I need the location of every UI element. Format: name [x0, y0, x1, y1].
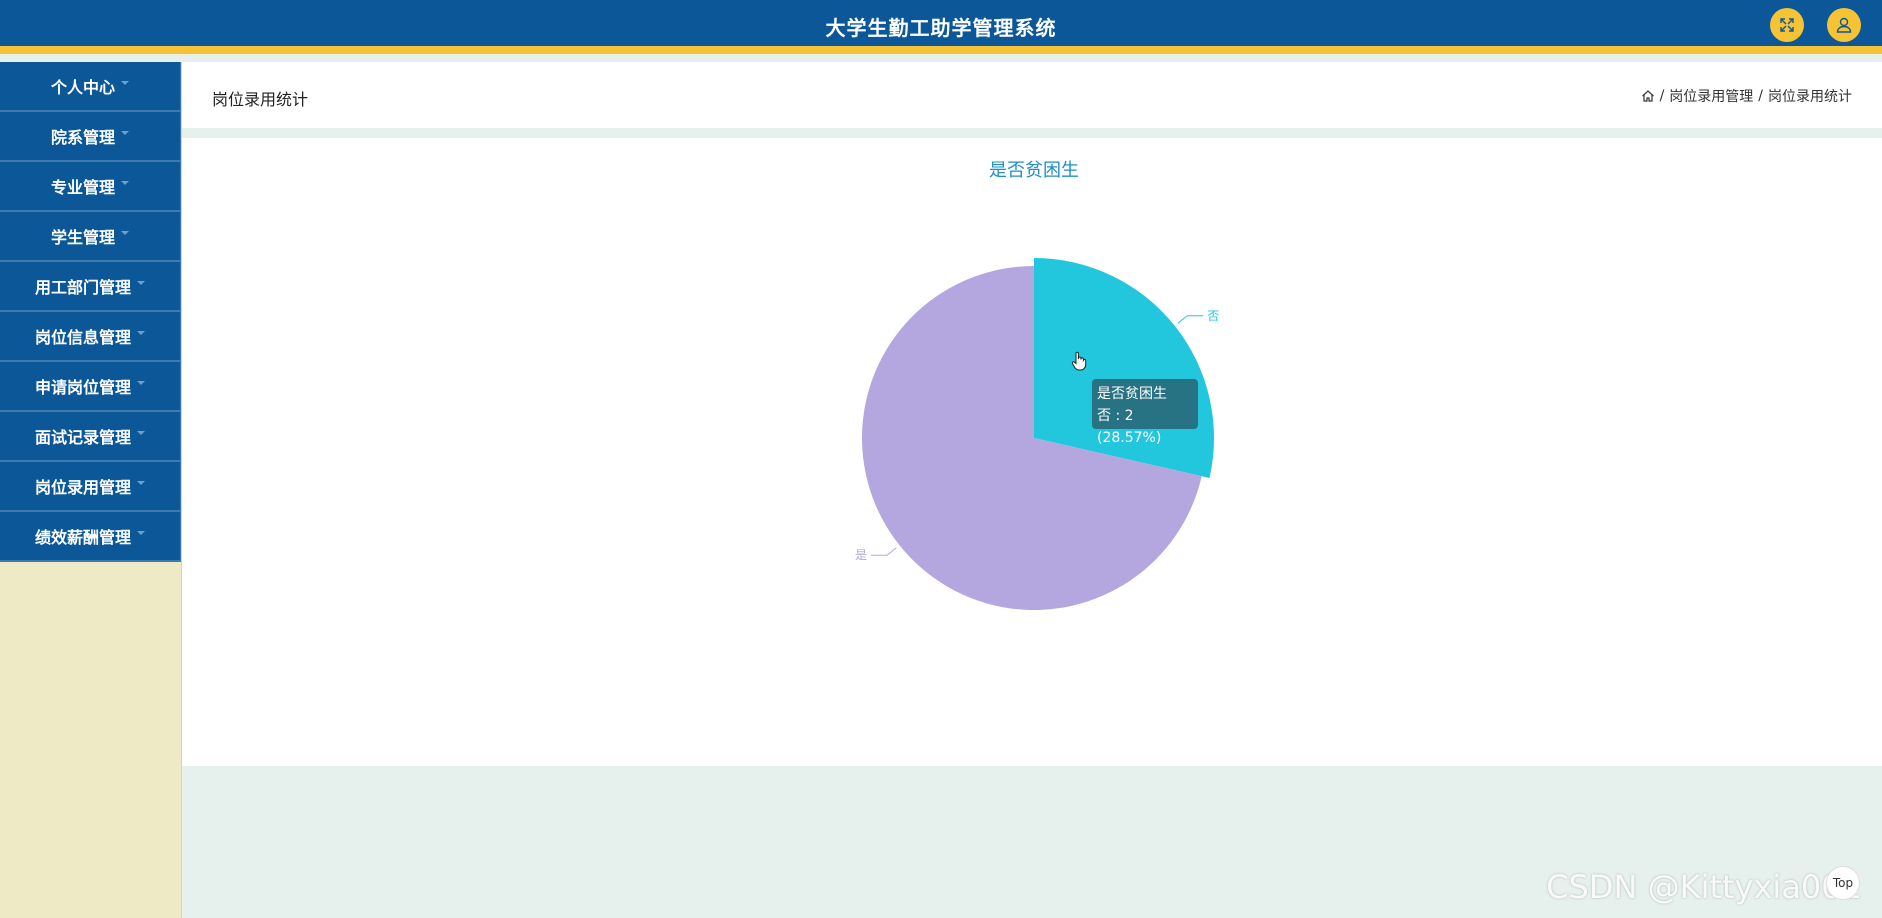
- sidebar-item-label: 申请岗位管理: [34, 378, 131, 397]
- page-title: 岗位录用统计: [212, 90, 309, 109]
- chart-tooltip: 是否贫困生 否 : 2 (28.57%): [1092, 379, 1198, 446]
- app-title: 大学生勤工助学管理系统: [825, 16, 1057, 40]
- sidebar-item-label: 绩效薪酬管理: [34, 528, 131, 547]
- caret-down-icon: [137, 531, 145, 535]
- watermark: CSDN @Kittyxia001: [1546, 868, 1862, 906]
- home-icon[interactable]: [1641, 89, 1655, 103]
- slice-label-line-1: [871, 547, 897, 556]
- sidebar-item-personal-center[interactable]: 个人中心: [0, 62, 181, 112]
- tooltip-text: 否 : 2 (28.57%): [1097, 408, 1162, 446]
- caret-down-icon: [121, 81, 129, 85]
- sidebar-item-label: 学生管理: [50, 228, 115, 247]
- caret-down-icon: [121, 181, 129, 185]
- hand-cursor-icon: [1071, 351, 1087, 371]
- sidebar-item-major[interactable]: 专业管理: [0, 162, 181, 212]
- sidebar-item-label: 院系管理: [50, 128, 115, 147]
- sidebar: 个人中心 院系管理 专业管理 学生管理 用工部门管理 岗位信息管理 申请岗位管理…: [0, 62, 182, 918]
- user-button[interactable]: [1827, 8, 1861, 42]
- sidebar-item-label: 个人中心: [50, 78, 115, 97]
- caret-down-icon: [137, 281, 145, 285]
- sidebar-item-job-info[interactable]: 岗位信息管理: [0, 312, 181, 362]
- caret-down-icon: [121, 131, 129, 135]
- caret-down-icon: [137, 481, 145, 485]
- user-icon: [1836, 17, 1852, 33]
- sidebar-item-label: 岗位录用管理: [34, 478, 131, 497]
- chart-panel: 是否贫困生 否是: [182, 138, 1882, 766]
- top-header: 大学生勤工助学管理系统: [0, 0, 1882, 54]
- breadcrumb: / 岗位录用管理 / 岗位录用统计: [1641, 86, 1852, 106]
- breadcrumb-item: 岗位录用统计: [1768, 89, 1852, 105]
- fullscreen-button[interactable]: [1770, 8, 1804, 42]
- slice-label-1: 是: [855, 548, 867, 562]
- caret-down-icon: [137, 381, 145, 385]
- chart-title: 是否贫困生: [989, 160, 1079, 181]
- title-bar: 岗位录用统计 / 岗位录用管理 / 岗位录用统计: [182, 62, 1882, 128]
- sidebar-item-salary[interactable]: 绩效薪酬管理: [0, 512, 181, 562]
- sidebar-item-department[interactable]: 院系管理: [0, 112, 181, 162]
- caret-down-icon: [137, 331, 145, 335]
- sidebar-item-student[interactable]: 学生管理: [0, 212, 181, 262]
- breadcrumb-item[interactable]: 岗位录用管理: [1669, 86, 1753, 106]
- sidebar-item-employer-dept[interactable]: 用工部门管理: [0, 262, 181, 312]
- breadcrumb-separator: /: [1758, 88, 1763, 104]
- sidebar-item-hiring[interactable]: 岗位录用管理: [0, 462, 181, 512]
- slice-label-line-0: [1177, 315, 1204, 324]
- sidebar-item-interview[interactable]: 面试记录管理: [0, 412, 181, 462]
- pie-chart: 是否贫困生 否是: [855, 160, 1219, 610]
- sidebar-item-job-application[interactable]: 申请岗位管理: [0, 362, 181, 412]
- sidebar-item-label: 用工部门管理: [34, 278, 131, 297]
- sidebar-item-label: 专业管理: [50, 178, 115, 197]
- scroll-top-button[interactable]: Top: [1826, 866, 1860, 900]
- caret-down-icon: [137, 431, 145, 435]
- sidebar-item-label: 岗位信息管理: [34, 328, 131, 347]
- expand-icon: [1780, 18, 1794, 32]
- sidebar-item-label: 面试记录管理: [34, 428, 131, 447]
- slice-label-0: 否: [1207, 309, 1219, 323]
- caret-down-icon: [121, 231, 129, 235]
- breadcrumb-separator: /: [1659, 88, 1665, 104]
- tooltip-title: 是否贫困生: [1097, 386, 1167, 402]
